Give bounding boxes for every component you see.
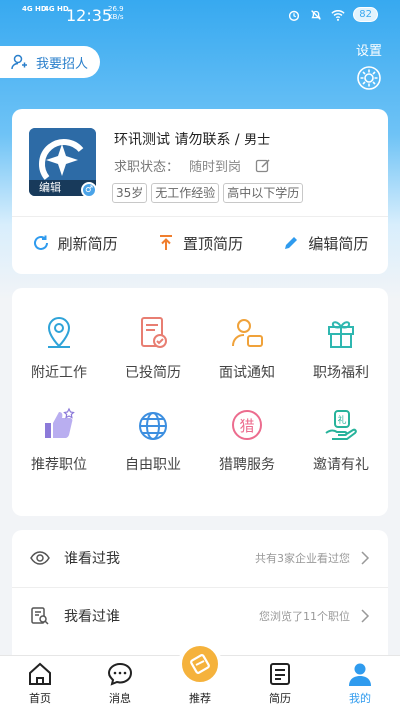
gift-icon <box>328 321 354 348</box>
grid-item-invite-gift[interactable]: 礼 邀请有礼 <box>294 406 388 474</box>
bottom-tab-bar: 首页 消息 推荐 简历 我的 <box>0 642 400 711</box>
grid-item-interview-notice[interactable]: 面试通知 <box>200 314 294 382</box>
history-list-card: 谁看过我 共有3家企业看过您 我看过谁 您浏览了11个职位 <box>12 530 388 660</box>
settings-label: 设置 <box>355 44 382 59</box>
grid-item-applied-resumes[interactable]: 已投简历 <box>106 314 200 382</box>
recommend-button[interactable] <box>178 642 222 686</box>
tab-profile[interactable]: 我的 <box>320 656 400 711</box>
grid-item-recommended-jobs[interactable]: 推荐职位 <box>12 406 106 474</box>
mute-icon <box>311 9 322 20</box>
tab-messages[interactable]: 消息 <box>80 656 160 711</box>
message-icon <box>107 662 133 686</box>
job-status-label: 求职状态： <box>114 160 180 175</box>
user-recruit-icon <box>11 54 27 70</box>
profile-gender: 男士 <box>244 133 271 148</box>
status-bar: 4G HD 4G HD 12:35 26.9 KB/s 82 <box>0 0 400 32</box>
profile-name: 环讯测试 请勿联系 <box>114 132 231 148</box>
settings-button[interactable]: 设置 <box>354 40 384 95</box>
list-item-title: 我看过谁 <box>64 609 120 625</box>
divider <box>12 216 388 217</box>
refresh-icon <box>33 235 48 250</box>
svg-text:礼: 礼 <box>337 414 346 426</box>
resume-check-icon <box>141 317 167 348</box>
edit-status-icon[interactable] <box>255 158 271 174</box>
pencil-icon <box>285 237 298 249</box>
profile-tags: 35岁 无工作经验 高中以下学历 <box>112 183 304 203</box>
list-item-subtitle: 共有3家企业看过您 <box>255 552 350 565</box>
profile-card: 编辑 ♂ 环讯测试 请勿联系 / 男士 求职状态： 随时到岗 35岁 无工作经验… <box>12 109 388 274</box>
tag-experience: 无工作经验 <box>151 183 220 203</box>
recruit-button[interactable]: 我要招人 <box>0 46 100 78</box>
globe-icon <box>139 412 167 440</box>
grid-item-workplace-benefits[interactable]: 职场福利 <box>294 314 388 382</box>
alarm-icon <box>289 10 300 21</box>
chevron-right-icon <box>361 609 370 623</box>
search-doc-icon <box>31 607 49 625</box>
tag-education: 高中以下学历 <box>223 183 304 203</box>
wifi-icon <box>331 9 345 21</box>
feature-grid: 附近工作 已投简历 面试通知 职场福利 推荐职位 自由职业 猎 猎聘服务 礼 邀… <box>12 314 388 474</box>
feature-grid-card: 附近工作 已投简历 面试通知 职场福利 推荐职位 自由职业 猎 猎聘服务 礼 邀… <box>12 288 388 516</box>
eye-icon <box>30 551 50 565</box>
tag-age: 35岁 <box>112 183 148 203</box>
profile-icon <box>349 663 371 686</box>
interview-chat-icon <box>232 319 263 347</box>
list-item-who-viewed-me[interactable]: 谁看过我 共有3家企业看过您 <box>12 530 388 586</box>
job-status[interactable]: 求职状态： 随时到岗 <box>114 156 271 175</box>
list-item-who-i-viewed[interactable]: 我看过谁 您浏览了11个职位 <box>12 588 388 644</box>
pin-resume-button[interactable]: 置顶简历 <box>137 225 262 261</box>
tab-recommend[interactable]: 推荐 <box>160 642 240 711</box>
job-status-value: 随时到岗 <box>189 160 242 175</box>
chevron-right-icon <box>361 551 370 565</box>
location-pin-icon <box>47 316 71 348</box>
hunt-service-icon: 猎 <box>232 410 262 440</box>
profile-name-line: 环讯测试 请勿联系 / 男士 <box>114 132 271 148</box>
gift-hand-icon: 礼 <box>325 410 357 440</box>
gear-icon <box>357 66 381 90</box>
recommend-icon <box>190 654 210 674</box>
recruit-label: 我要招人 <box>36 56 89 72</box>
grid-item-headhunting-service[interactable]: 猎 猎聘服务 <box>200 406 294 474</box>
refresh-resume-button[interactable]: 刷新简历 <box>12 225 137 261</box>
pin-top-icon <box>159 235 172 250</box>
network-speed: 26.9 KB/s <box>108 5 124 21</box>
male-icon: ♂ <box>81 182 97 198</box>
list-item-title: 谁看过我 <box>64 551 120 567</box>
grid-item-nearby-jobs[interactable]: 附近工作 <box>12 314 106 382</box>
edit-resume-button[interactable]: 编辑简历 <box>263 225 388 261</box>
battery-indicator: 82 <box>353 7 378 22</box>
home-icon <box>29 662 51 685</box>
resume-icon <box>270 663 290 685</box>
tab-resume[interactable]: 简历 <box>240 656 320 711</box>
tab-home[interactable]: 首页 <box>0 656 80 711</box>
resume-actions: 刷新简历 置顶简历 编辑简历 <box>12 225 388 261</box>
grid-item-freelance[interactable]: 自由职业 <box>106 406 200 474</box>
list-item-subtitle: 您浏览了11个职位 <box>259 610 350 623</box>
svg-text:猎: 猎 <box>239 417 254 435</box>
thumbs-up-icon <box>45 407 75 438</box>
status-icons: 82 <box>287 7 378 22</box>
clock: 12:35 <box>66 6 113 25</box>
